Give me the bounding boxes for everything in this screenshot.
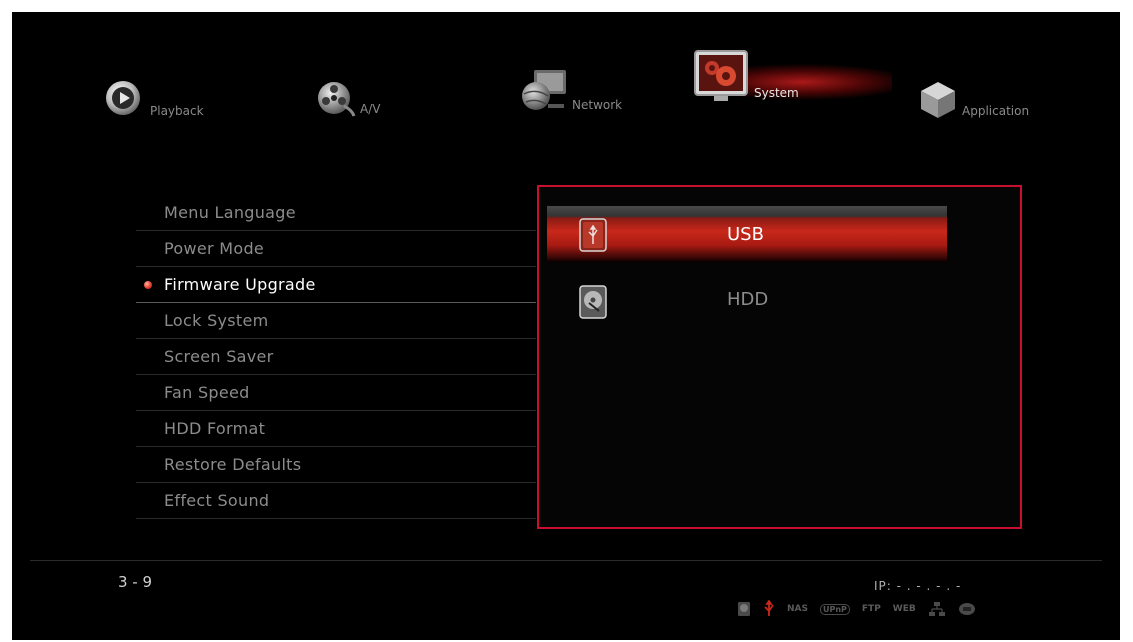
nav-playback[interactable]: Playback xyxy=(104,78,204,120)
web-status-icon: WEB xyxy=(892,604,916,614)
film-reel-icon xyxy=(318,82,356,117)
footer-divider xyxy=(30,560,1102,561)
ftp-status-icon: FTP xyxy=(861,604,881,614)
menu-item-label: Power Mode xyxy=(164,239,265,258)
menu-item-label: HDD Format xyxy=(164,419,266,438)
usb-drive-icon xyxy=(579,218,607,252)
selection-bullet-icon xyxy=(144,281,152,289)
firmware-source-panel: USB HDD xyxy=(537,185,1022,529)
menu-item-label: Menu Language xyxy=(164,203,296,222)
menu-item-screen-saver[interactable]: Screen Saver xyxy=(136,339,536,375)
menu-item-label: Fan Speed xyxy=(164,383,250,402)
hard-disk-icon xyxy=(579,285,607,319)
menu-item-restore-defaults[interactable]: Restore Defaults xyxy=(136,447,536,483)
hdd-status-icon xyxy=(738,602,750,616)
menu-item-label: Lock System xyxy=(164,311,269,330)
menu-item-label: Screen Saver xyxy=(164,347,274,366)
menu-item-power-mode[interactable]: Power Mode xyxy=(136,231,536,267)
nav-label: System xyxy=(754,86,799,100)
system-menu: Menu Language Power Mode Firmware Upgrad… xyxy=(136,195,536,519)
nav-system[interactable]: System xyxy=(694,50,799,102)
globe-monitor-icon xyxy=(522,70,566,110)
nav-label: Network xyxy=(572,98,623,112)
option-hdd[interactable]: HDD xyxy=(547,283,947,339)
screen: Playback A/V Network System Application … xyxy=(12,12,1120,640)
nav-label: Playback xyxy=(150,104,204,118)
cube-icon xyxy=(921,82,955,118)
option-label: HDD xyxy=(727,289,769,310)
menu-item-hdd-format[interactable]: HDD Format xyxy=(136,411,536,447)
menu-item-effect-sound[interactable]: Effect Sound xyxy=(136,483,536,519)
option-usb[interactable]: USB xyxy=(547,206,947,262)
option-label: USB xyxy=(727,224,764,245)
usb-status-icon xyxy=(764,600,774,616)
menu-item-menu-language[interactable]: Menu Language xyxy=(136,195,536,231)
page-indicator: 3 - 9 xyxy=(118,573,153,591)
status-bar: NAS UPnP FTP WEB xyxy=(737,600,976,618)
upnp-status-icon: UPnP xyxy=(819,603,850,615)
gear-icon xyxy=(694,50,748,101)
menu-item-fan-speed[interactable]: Fan Speed xyxy=(136,375,536,411)
menu-item-label: Effect Sound xyxy=(164,491,270,510)
nas-status-icon: NAS xyxy=(787,604,808,614)
nav-label: A/V xyxy=(360,102,381,116)
menu-item-label: Firmware Upgrade xyxy=(164,275,316,294)
ip-address: IP: - . - . - . - xyxy=(874,579,962,593)
nav-av[interactable]: A/V xyxy=(314,76,380,118)
menu-item-label: Restore Defaults xyxy=(164,455,302,474)
nav-network[interactable]: Network xyxy=(520,64,622,114)
nav-application[interactable]: Application xyxy=(918,80,1029,120)
menu-item-firmware-upgrade[interactable]: Firmware Upgrade xyxy=(136,267,536,303)
play-icon xyxy=(106,81,140,115)
wifi-status-icon xyxy=(958,603,975,615)
menu-item-lock-system[interactable]: Lock System xyxy=(136,303,536,339)
nav-label: Application xyxy=(962,104,1030,118)
lan-status-icon xyxy=(928,602,945,616)
